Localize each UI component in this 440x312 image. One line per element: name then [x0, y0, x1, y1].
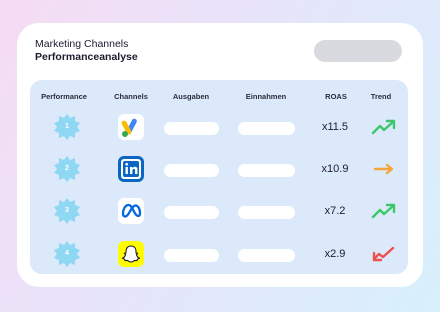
- rank-number: 1: [65, 123, 69, 130]
- rank-number: 2: [65, 165, 69, 172]
- table-row[interactable]: 4 x2.9: [30, 236, 408, 272]
- ausgaben-value-placeholder: [164, 249, 219, 262]
- meta-icon: [118, 198, 144, 224]
- trend-up-icon: [371, 201, 397, 221]
- rank-badge: 4: [53, 240, 81, 268]
- rank-badge: 2: [53, 155, 81, 183]
- rank-badge: 3: [53, 197, 81, 225]
- header-performance: Performance: [41, 92, 87, 101]
- roas-value: x2.9: [324, 248, 346, 260]
- table-row[interactable]: 1 x11.5: [30, 109, 408, 145]
- trend-flat-icon: [371, 159, 397, 179]
- snapchat-icon: [118, 241, 144, 267]
- roas-value: x10.9: [321, 163, 349, 175]
- ausgaben-value-placeholder: [164, 206, 219, 219]
- channels-table: Performance Channels Ausgaben Einnahmen …: [30, 80, 408, 274]
- header-channels: Channels: [114, 92, 148, 101]
- roas-value: x11.5: [321, 121, 349, 133]
- einnahmen-value-placeholder: [238, 164, 295, 177]
- trend-up-icon: [371, 117, 397, 137]
- linkedin-icon: [118, 156, 144, 182]
- trend-down-icon: [371, 244, 397, 264]
- rank-number: 3: [65, 207, 69, 214]
- card-title: Marketing Channels: [35, 38, 129, 50]
- rank-badge: 1: [53, 113, 81, 141]
- ausgaben-value-placeholder: [164, 164, 219, 177]
- performance-card: Marketing Channels Performanceanalyse Pe…: [17, 23, 423, 287]
- card-subtitle: Performanceanalyse: [35, 51, 138, 63]
- einnahmen-value-placeholder: [238, 122, 295, 135]
- ausgaben-value-placeholder: [164, 122, 219, 135]
- table-row[interactable]: 3 x7.2: [30, 193, 408, 229]
- search-placeholder-pill[interactable]: [314, 40, 402, 62]
- header-roas: ROAS: [325, 92, 347, 101]
- einnahmen-value-placeholder: [238, 206, 295, 219]
- header-trend: Trend: [370, 92, 392, 101]
- header-einnahmen: Einnahmen: [245, 92, 287, 101]
- roas-value: x7.2: [324, 205, 346, 217]
- google-ads-icon: [118, 114, 144, 140]
- table-row[interactable]: 2 x10.9: [30, 151, 408, 187]
- header-ausgaben: Ausgaben: [172, 92, 210, 101]
- einnahmen-value-placeholder: [238, 249, 295, 262]
- rank-number: 4: [65, 250, 69, 257]
